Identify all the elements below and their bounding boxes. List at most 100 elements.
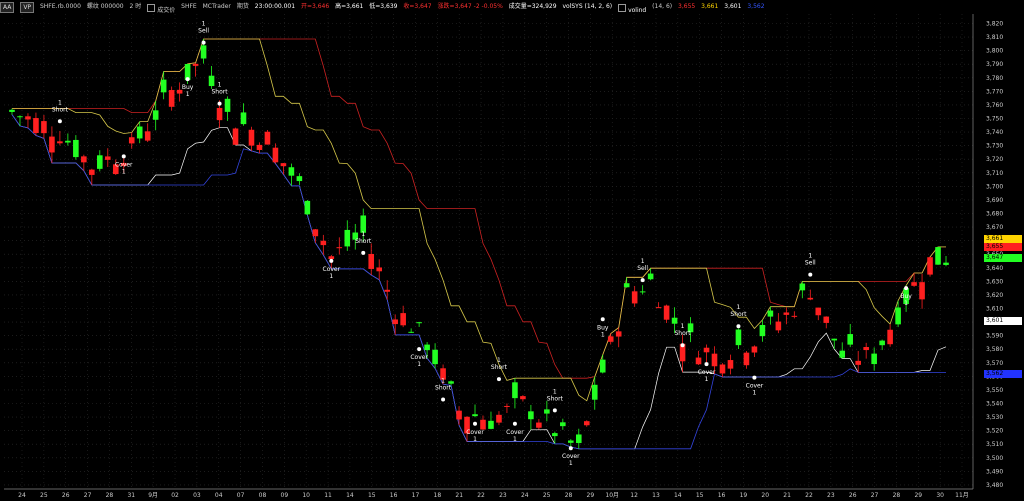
candle-body [528,411,534,420]
indicator-volind[interactable]: volind [618,0,646,14]
candle-body [25,116,31,120]
candle-body [751,346,758,353]
candle-body [703,347,710,353]
price-tick-label: 3,680 [986,211,1003,218]
signal-marker [568,446,573,451]
candle-body [496,414,502,423]
candle-body [943,262,949,265]
date-tick-label: 18 [434,492,442,499]
date-tick-label: 22 [477,492,485,499]
price-tick-label: 3,610 [986,306,1003,313]
signal-label: Sell [637,265,648,272]
checkbox-price[interactable]: 成交价 [147,0,175,14]
candle-body [639,291,646,293]
signal-label: Cover [115,161,133,168]
price-tick-label: 3,620 [986,292,1003,299]
indicator-params: (14, 6) [652,3,673,10]
candle-body [424,344,430,351]
price-tick-label: 3,760 [986,102,1003,109]
candle-body [607,336,614,342]
signal-marker [904,286,909,291]
candle-body [823,316,830,323]
signal-label: Short [491,364,508,371]
indicator-volsys[interactable]: volSYS (14, 2, 6) [562,0,612,14]
candle-body [544,409,550,414]
signal-label: Short [435,385,452,392]
candle-body [344,229,351,247]
date-tick-label: 30 [936,492,944,499]
signal-label: Sell [805,260,816,267]
signal-qty: 1 [601,331,605,338]
candle-body [919,282,925,300]
candle-body [552,433,558,437]
price-tag: 3,601 [984,316,1022,325]
channel-bands [11,38,947,450]
volume-value: 成交量=324,929 [508,3,557,10]
low-value: 低=3,639 [369,3,398,10]
candle-body [839,350,846,358]
high-value: 高=3,661 [335,3,364,10]
candle-body [599,359,606,373]
signal-marker [329,258,334,263]
candle-body [272,147,279,163]
date-tick-label: 12 [630,492,638,499]
candle-body [583,421,590,426]
signal-label: Short [675,330,692,337]
signal-label: Sell [198,28,209,35]
date-tick-label: 25 [543,492,551,499]
candle-body [256,144,263,150]
candle-body [41,121,47,134]
date-tick-label: 11月 [955,492,969,499]
signal-qty: 1 [329,273,333,280]
date-tick-label: 08 [259,492,267,499]
date-tick-label: 19 [740,492,748,499]
candle-body [575,434,582,444]
signal-qty: 1 [569,460,573,467]
chart-menu-button[interactable]: AA [0,2,15,13]
date-tick-label: 07 [237,492,245,499]
candle-body [232,128,239,145]
candle-body [192,63,199,66]
date-tick-label: 23 [827,492,835,499]
candle-body [152,110,159,120]
contract-label: 螺纹 000000 [86,3,124,10]
signal-label: Short [211,89,228,96]
signal-qty: 1 [202,21,206,28]
signal-marker [217,101,222,106]
candle-body [871,353,877,365]
signal-marker [640,278,645,283]
candle-body [568,440,574,443]
candle-body [336,247,343,249]
candle-body [927,257,933,275]
candle-body [288,167,295,176]
candle-body [695,357,702,365]
price-tick-label: 3,590 [986,333,1003,340]
signal-qty: 1 [218,82,222,89]
date-tick-label: 15 [368,492,376,499]
signal-qty: 1 [473,436,477,443]
price-tick-label: 3,640 [986,265,1003,272]
signal-marker [496,377,501,382]
signal-qty: 1 [513,436,517,443]
signal-label: Buy [597,324,609,331]
candle-body [368,253,375,269]
candle-body [743,352,750,366]
date-tick-label: 21 [455,492,463,499]
candle-body [655,307,662,309]
candle-body [17,116,23,118]
candle-body [128,137,135,144]
candle-body [224,98,231,112]
candle-body [400,313,406,326]
ind-value-3: 3,601 [724,3,742,10]
vip-button[interactable]: VP [20,2,35,13]
price-chart[interactable]: Short1Cover1Sell1Buy1 Short1Cover1Short1C… [0,0,1024,501]
price-tick-label: 3,670 [986,224,1003,231]
signal-qty: 1 [417,361,421,368]
candle-body [855,360,861,365]
date-tick-label: 23 [499,492,507,499]
candle-body [727,360,734,369]
candle-body [887,329,893,345]
price-tick-label: 3,770 [986,88,1003,95]
candle-body [456,410,462,420]
signal-marker [680,343,685,348]
